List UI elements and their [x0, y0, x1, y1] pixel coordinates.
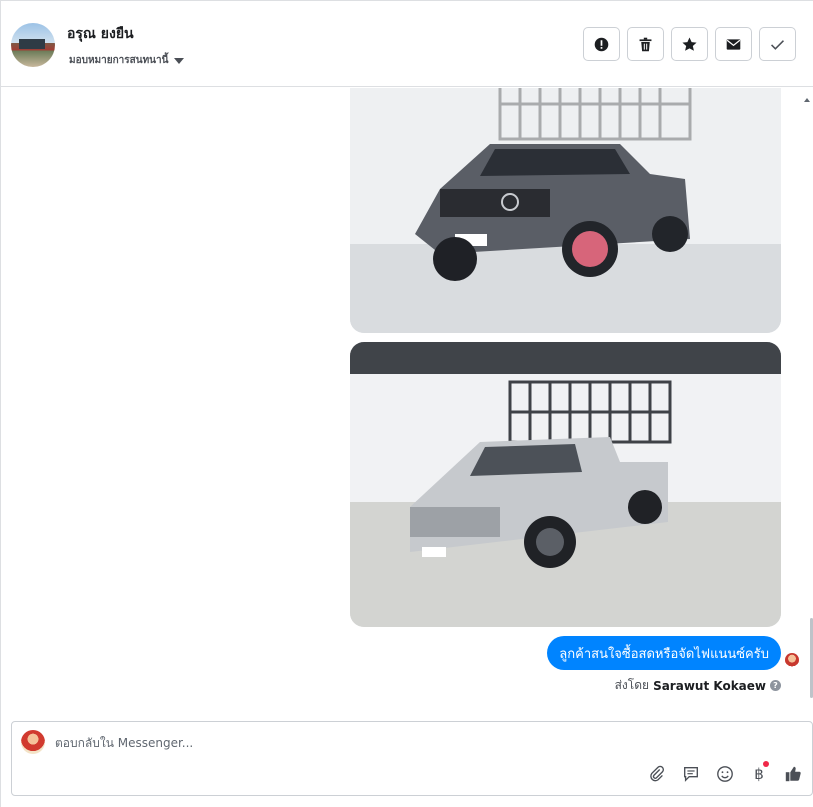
- scroll-up-icon[interactable]: [804, 98, 810, 102]
- sent-by-prefix: ส่งโดย: [614, 678, 650, 692]
- delete-button[interactable]: [627, 27, 664, 61]
- spam-icon: [594, 37, 609, 51]
- payment-button[interactable]: ฿: [748, 761, 770, 785]
- attach-button[interactable]: [646, 763, 668, 785]
- saved-reply-icon: [684, 767, 698, 782]
- like-button[interactable]: [782, 763, 804, 785]
- mark-spam-button[interactable]: [583, 27, 620, 61]
- conversation-header: อรุณ ยงยืน มอบหมายการสนทนานี้: [1, 1, 813, 87]
- like-icon: [785, 766, 801, 782]
- check-icon: [771, 39, 784, 50]
- paperclip-icon: [650, 765, 664, 782]
- assign-label: มอบหมายการสนทนานี้: [69, 55, 169, 66]
- caret-down-icon: [174, 57, 185, 64]
- truck-image-2: [350, 342, 781, 627]
- emoji-icon: [717, 766, 733, 782]
- emoji-button[interactable]: [714, 763, 736, 785]
- truck-image-1: [350, 88, 781, 333]
- envelope-icon: [726, 38, 741, 50]
- star-icon: [682, 37, 697, 51]
- notification-dot: [763, 761, 769, 767]
- composer-tools: ฿: [646, 761, 804, 785]
- mark-done-button[interactable]: [759, 27, 796, 61]
- baht-icon: ฿: [754, 765, 764, 783]
- star-button[interactable]: [671, 27, 708, 61]
- saved-replies-button[interactable]: [680, 763, 702, 785]
- page-avatar: [21, 730, 45, 754]
- photo-pickup-truck-1[interactable]: [350, 88, 781, 333]
- photo-pickup-truck-2[interactable]: [350, 342, 781, 627]
- outgoing-message-bubble[interactable]: ลูกค้าสนใจซื้อสดหรือจัดไฟแนนซ์ครับ: [547, 636, 781, 670]
- trash-icon: [639, 37, 652, 51]
- messenger-inbox: อรุณ ยงยืน มอบหมายการสนทนานี้ ลูกค้าสนใจ…: [0, 0, 813, 807]
- sender-name: Sarawut Kokaew: [653, 678, 766, 693]
- reply-composer: ฿: [11, 721, 813, 796]
- help-icon[interactable]: ?: [770, 680, 781, 691]
- assign-conversation-dropdown[interactable]: มอบหมายการสนทนานี้: [69, 53, 185, 68]
- sent-by-label: ส่งโดย Sarawut Kokaew ?: [615, 676, 781, 695]
- mark-unread-button[interactable]: [715, 27, 752, 61]
- message-thread[interactable]: ลูกค้าสนใจซื้อสดหรือจัดไฟแนนซ์ครับ ส่งโด…: [1, 88, 813, 708]
- contact-avatar[interactable]: [11, 23, 55, 67]
- seen-avatar: [785, 653, 799, 667]
- contact-name[interactable]: อรุณ ยงยืน: [67, 23, 134, 45]
- reply-input[interactable]: [55, 736, 655, 750]
- header-actions: [583, 27, 796, 61]
